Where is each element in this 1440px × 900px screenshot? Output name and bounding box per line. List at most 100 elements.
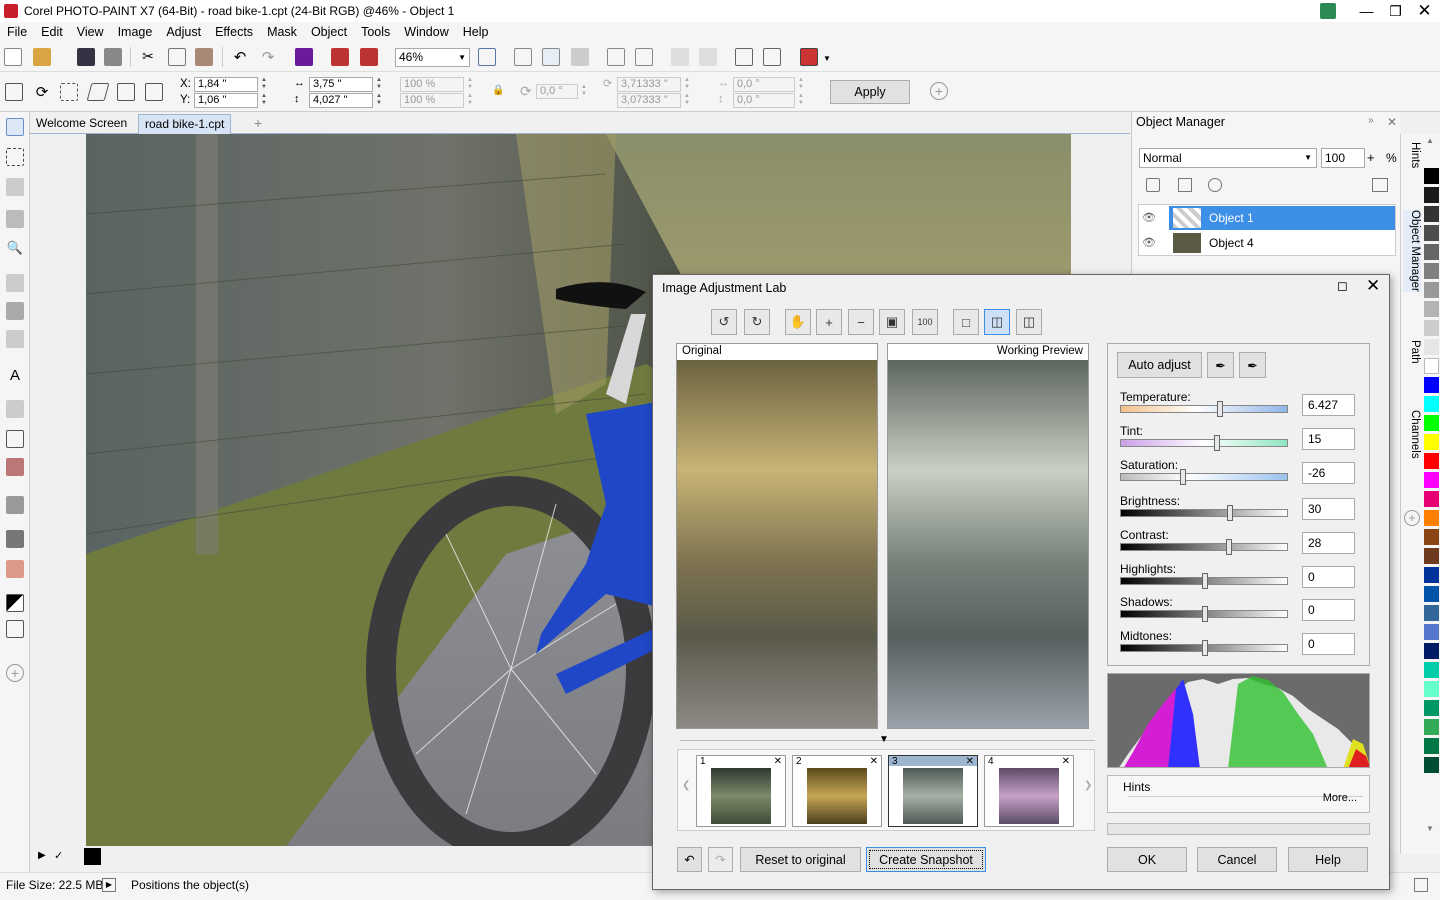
palette-swatch[interactable] (1424, 396, 1439, 412)
palette-swatch[interactable] (1424, 263, 1439, 279)
eyedropper-icon[interactable]: ✓ (54, 849, 63, 862)
palette-swatch[interactable] (1424, 225, 1439, 241)
slider-thumb[interactable] (1226, 539, 1232, 555)
palette-swatch[interactable] (1424, 453, 1439, 469)
adjustment-slider[interactable] (1120, 469, 1288, 485)
width-spinner[interactable]: ▲ ▼ (375, 77, 383, 92)
add-tool-icon[interactable]: + (6, 664, 24, 682)
pan-icon[interactable]: ✋ (785, 309, 811, 335)
menu-effects[interactable]: Effects (208, 25, 260, 39)
zoom-in-icon[interactable]: + (816, 309, 842, 335)
help-button[interactable]: Help (1288, 847, 1368, 872)
tab-hints[interactable]: Hints (1403, 142, 1421, 168)
x-spinner[interactable]: ▲ ▼ (260, 77, 268, 92)
palette-swatch[interactable] (1424, 719, 1439, 735)
scale-height-spinner[interactable]: ▲ ▼ (466, 93, 474, 108)
menu-edit[interactable]: Edit (34, 25, 70, 39)
text-tool-icon[interactable]: A (6, 367, 24, 385)
palette-scroll-down-icon[interactable]: ▼ (1426, 824, 1434, 833)
reset-to-original-button[interactable]: Reset to original (740, 847, 861, 872)
transparency-tool-icon[interactable] (6, 496, 24, 514)
import-icon[interactable] (331, 48, 349, 66)
redeye-tool-icon[interactable] (6, 274, 24, 292)
auto-adjust-button[interactable]: Auto adjust (1117, 352, 1202, 378)
slider-value-field[interactable]: 0 (1302, 599, 1355, 621)
object-row-2[interactable]: 👁 Object 4 (1139, 231, 1395, 255)
opacity-slider-icon[interactable]: + (1367, 150, 1375, 165)
slider-thumb[interactable] (1214, 435, 1220, 451)
copy-icon[interactable] (168, 48, 186, 66)
chevron-down-icon[interactable]: ▼ (823, 54, 831, 63)
rulers-icon[interactable] (514, 48, 532, 66)
eye-icon[interactable]: 👁 (1142, 236, 1156, 249)
slider-value-field[interactable]: 6.427 (1302, 394, 1355, 416)
cut-icon[interactable]: ✂ (139, 48, 157, 66)
rectangle-tool-icon[interactable] (6, 430, 24, 448)
center-y-field[interactable]: 3,07333 " (617, 93, 681, 108)
palette-swatch[interactable] (1424, 358, 1439, 374)
effect-tool-icon[interactable] (6, 400, 24, 418)
black-point-eyedropper-button[interactable]: ✒ (1239, 352, 1266, 378)
rotate-left-icon[interactable]: ↺ (711, 309, 737, 335)
palette-swatch[interactable] (1424, 491, 1439, 507)
skew-v-spinner[interactable]: ▲ ▼ (797, 93, 805, 108)
ok-button[interactable]: OK (1107, 847, 1187, 872)
maximize-icon[interactable]: ◻ (1337, 278, 1348, 294)
restore-button[interactable]: ❐ (1381, 0, 1410, 22)
palette-swatch[interactable] (1424, 206, 1439, 222)
tab-object-manager[interactable]: Object Manager (1403, 210, 1421, 292)
menu-view[interactable]: View (70, 25, 111, 39)
palette-swatch[interactable] (1424, 168, 1439, 184)
palette-swatch[interactable] (1424, 738, 1439, 754)
rotate-icon[interactable]: ⟳ (33, 83, 51, 101)
launch-icon[interactable] (800, 48, 818, 66)
width-field[interactable]: 3,75 " (309, 77, 373, 92)
palette-swatch[interactable] (1424, 434, 1439, 450)
mask-icon[interactable] (295, 48, 313, 66)
palette-swatch[interactable] (1424, 662, 1439, 678)
show-mask-icon[interactable] (607, 48, 625, 66)
lock-icon[interactable] (1146, 178, 1160, 192)
options-icon[interactable] (763, 48, 781, 66)
apply-button[interactable]: Apply (830, 80, 910, 104)
palette-swatch[interactable] (1424, 244, 1439, 260)
print-icon[interactable] (104, 48, 122, 66)
palette-swatch[interactable] (1424, 586, 1439, 602)
delete-snapshot-icon[interactable]: ✕ (774, 756, 782, 767)
palette-swatch[interactable] (1424, 320, 1439, 336)
pick-tool-icon[interactable] (6, 118, 24, 136)
palette-swatch[interactable] (1424, 472, 1439, 488)
open-icon[interactable] (33, 48, 51, 66)
zoom-tool-icon[interactable]: 🔍 (6, 240, 24, 258)
delete-snapshot-icon[interactable]: ✕ (966, 756, 974, 767)
clip-icon[interactable] (1208, 178, 1222, 192)
center-x-field[interactable]: 3,71333 " (617, 77, 681, 92)
status-icon[interactable] (1414, 878, 1428, 892)
object-row-1[interactable]: 👁 Object 1 (1139, 206, 1395, 230)
panel-expand-icon[interactable]: » (1368, 115, 1374, 126)
slider-value-field[interactable]: -26 (1302, 462, 1355, 484)
rotation-spinner[interactable]: ▲ ▼ (580, 84, 588, 99)
height-field[interactable]: 4,027 " (309, 93, 373, 108)
palette-swatch[interactable] (1424, 548, 1439, 564)
close-button[interactable]: ✕ (1410, 0, 1439, 22)
add-icon[interactable]: + (930, 82, 948, 100)
brush-tool-icon[interactable] (6, 330, 24, 348)
fit-icon[interactable]: ▣ (879, 309, 905, 335)
center-y-spinner[interactable]: ▲ ▼ (683, 93, 691, 108)
x-position-field[interactable]: 1,84 " (194, 77, 258, 92)
current-color-swatch[interactable] (84, 848, 101, 865)
white-point-eyedropper-button[interactable]: ✒ (1207, 352, 1234, 378)
menu-help[interactable]: Help (456, 25, 496, 39)
blend-mode-select[interactable]: Normal ▼ (1139, 148, 1317, 168)
slider-value-field[interactable]: 0 (1302, 633, 1355, 655)
slider-thumb[interactable] (1202, 640, 1208, 656)
panel-close-icon[interactable]: ✕ (1387, 115, 1397, 129)
menu-window[interactable]: Window (397, 25, 455, 39)
split-horizontal-icon[interactable]: ◫ (1016, 309, 1042, 335)
cancel-button[interactable]: Cancel (1197, 847, 1277, 872)
adjustment-slider[interactable] (1120, 640, 1288, 656)
tab-welcome-screen[interactable]: Welcome Screen (30, 114, 133, 134)
clone-tool-icon[interactable] (6, 302, 24, 320)
menu-tools[interactable]: Tools (354, 25, 397, 39)
